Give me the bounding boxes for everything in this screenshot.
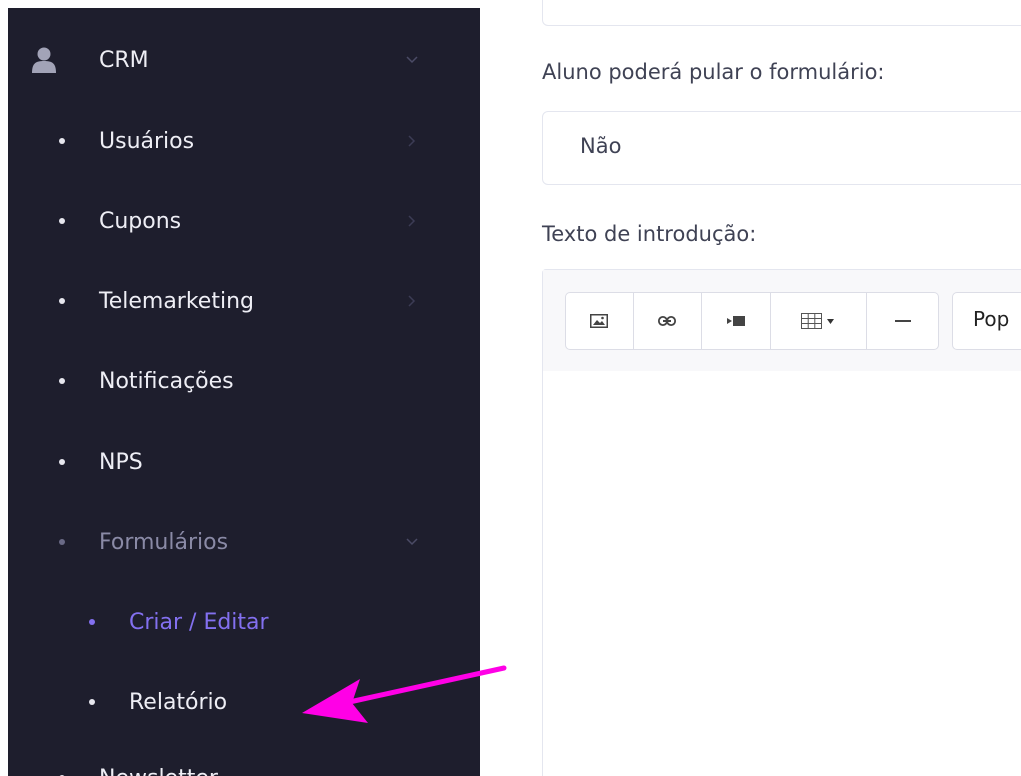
rich-text-editor: Pop <box>542 269 1021 776</box>
annotation-arrow <box>302 665 507 723</box>
insert-horizontal-rule-button[interactable] <box>867 293 938 349</box>
bullet-icon <box>59 459 65 465</box>
bullet-icon <box>59 218 65 224</box>
sidebar-item-label: NPS <box>99 449 143 475</box>
sidebar-item-label: Usuários <box>99 128 195 154</box>
insert-picture-button[interactable] <box>566 293 634 349</box>
bullet-icon <box>89 619 95 625</box>
chevron-right-icon <box>405 214 419 228</box>
bullet-icon <box>89 699 95 705</box>
bullet-icon <box>59 378 65 384</box>
top-gutter <box>0 0 480 8</box>
sidebar-item-crm[interactable]: CRM <box>8 35 480 85</box>
chevron-down-icon <box>405 53 419 67</box>
horizontal-rule-icon <box>894 320 911 322</box>
previous-field-input[interactable] <box>542 0 1021 26</box>
screenshot-frame: CRM Usuários Cupons Telemarketing Notifi… <box>0 0 1021 776</box>
user-icon <box>32 47 56 73</box>
sidebar-item-notificacoes[interactable]: Notificações <box>8 356 480 406</box>
insert-link-button[interactable] <box>634 293 703 349</box>
sidebar-item-usuarios[interactable]: Usuários <box>8 116 480 166</box>
font-family-value: Pop <box>973 307 1010 331</box>
link-icon <box>658 316 677 326</box>
picture-icon <box>590 314 609 328</box>
chevron-down-icon <box>405 535 419 549</box>
video-icon <box>727 316 746 326</box>
insert-video-button[interactable] <box>702 293 771 349</box>
skip-form-value: Não <box>580 134 622 158</box>
sidebar-item-newsletter[interactable]: Newsletter <box>8 753 480 776</box>
sidebar-item-formularios[interactable]: Formulários <box>8 517 480 567</box>
intro-text-label: Texto de introdução: <box>542 222 757 246</box>
insert-button-group <box>565 292 939 350</box>
sidebar-item-cupons[interactable]: Cupons <box>8 196 480 246</box>
table-icon <box>800 313 834 329</box>
sidebar-item-nps[interactable]: NPS <box>8 437 480 487</box>
sidebar-item-label: CRM <box>99 47 149 73</box>
skip-form-select[interactable]: Não <box>542 111 1021 185</box>
chevron-right-icon <box>405 134 419 148</box>
sidebar-item-label: Criar / Editar <box>129 609 269 635</box>
sidebar-item-label: Cupons <box>99 208 182 234</box>
left-gutter <box>0 0 8 776</box>
sidebar-item-label: Relatório <box>129 689 228 715</box>
sidebar-item-label: Notificações <box>99 368 234 394</box>
insert-table-button[interactable] <box>771 293 868 349</box>
font-family-dropdown[interactable]: Pop <box>952 292 1021 350</box>
form-content: Aluno poderá pular o formulário: Não Tex… <box>480 0 1021 776</box>
sidebar-item-criar-editar[interactable]: Criar / Editar <box>8 597 480 647</box>
bullet-icon <box>59 539 65 545</box>
bullet-icon <box>59 298 65 304</box>
bullet-icon <box>59 138 65 144</box>
sidebar-item-telemarketing[interactable]: Telemarketing <box>8 276 480 326</box>
skip-form-label: Aluno poderá pular o formulário: <box>542 60 885 84</box>
sidebar-item-label: Formulários <box>99 529 229 555</box>
sidebar-item-label: Newsletter <box>99 766 218 776</box>
editor-toolbar: Pop <box>543 270 1021 371</box>
sidebar-item-label: Telemarketing <box>99 288 254 314</box>
chevron-right-icon <box>405 294 419 308</box>
